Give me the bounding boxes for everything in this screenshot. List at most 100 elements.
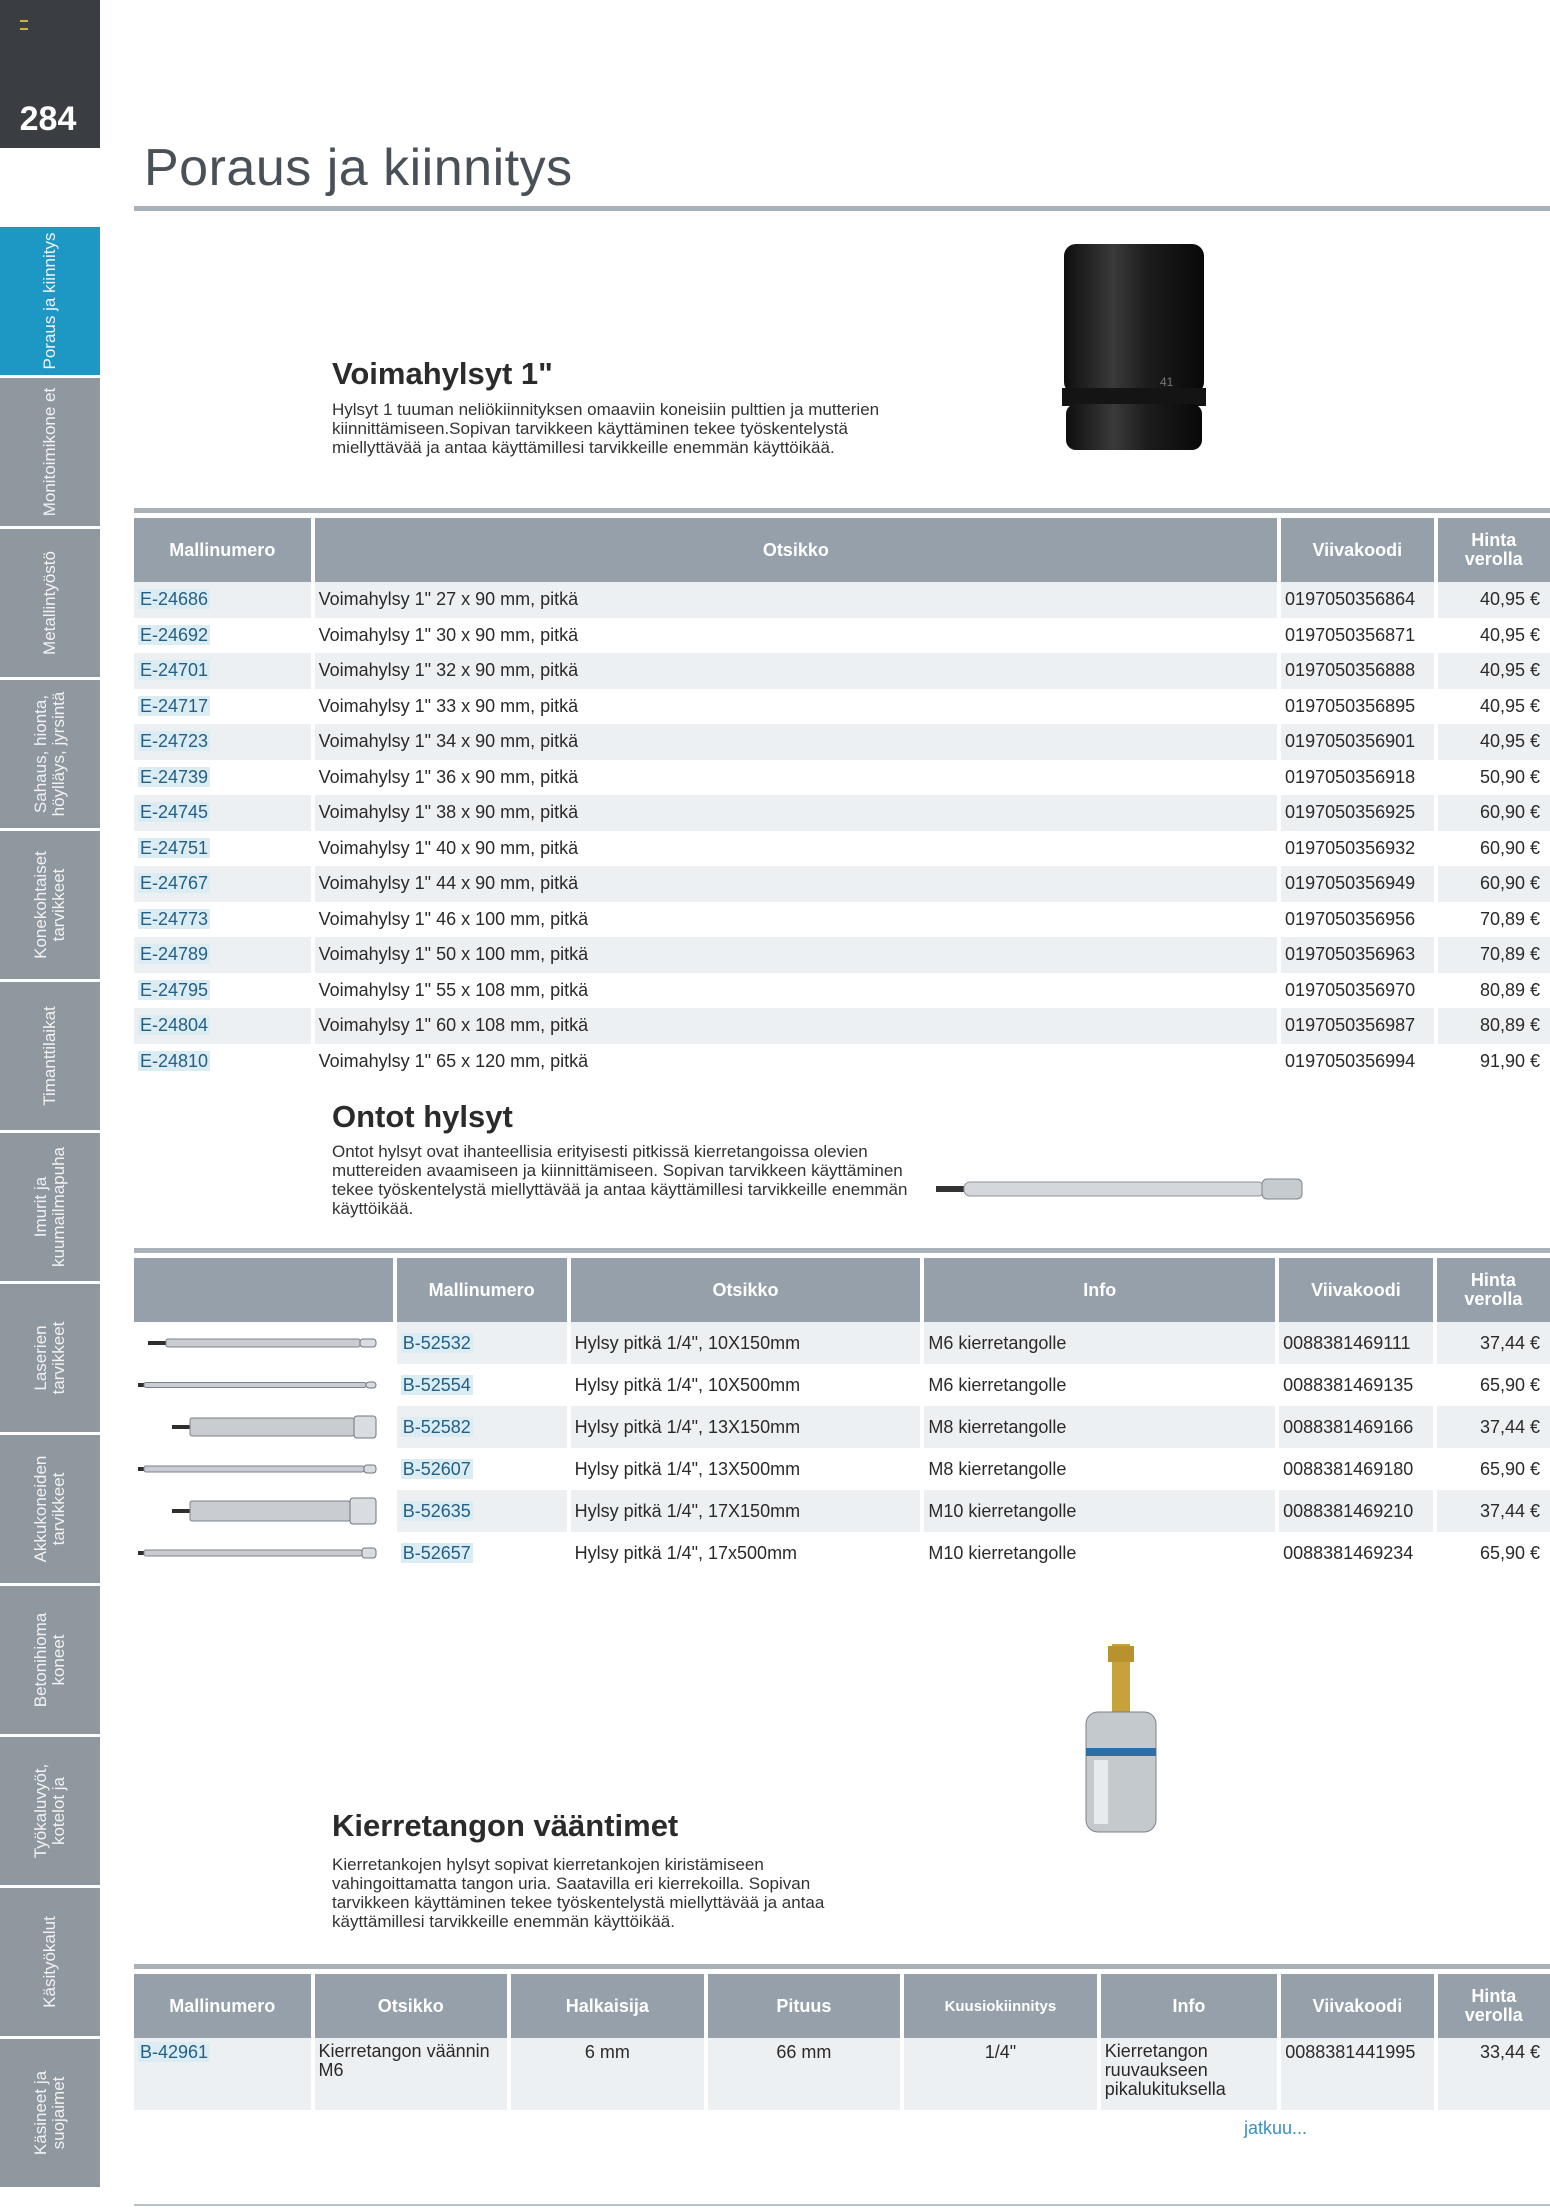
price-cell: 65,90 €: [1479, 1458, 1540, 1479]
barcode-cell: 0197050356956: [1285, 908, 1416, 929]
image-cell: [134, 1406, 393, 1448]
product-code[interactable]: B-52635: [400, 1500, 473, 1521]
side-tab-label: Betonihioma koneet: [31, 1612, 68, 1708]
product-code[interactable]: B-52532: [400, 1332, 473, 1353]
page-title: Poraus ja kiinnitys: [144, 139, 573, 197]
section-divider-2: [134, 1248, 1550, 1253]
ontot-description: Ontot hylsyt ovat ihanteellisia erityise…: [332, 1142, 908, 1218]
product-code[interactable]: E-24745: [138, 802, 211, 823]
side-tabs: Poraus ja kiinnitys Monitoimikone et Metal…: [0, 227, 100, 2190]
product-code[interactable]: E-24773: [138, 908, 211, 929]
col-model: Mallinumero: [396, 1258, 567, 1322]
barcode-cell: 0088381469111: [1279, 1322, 1433, 1364]
bottom-rule: [134, 2204, 1550, 2206]
side-tab[interactable]: Metallintyöstö: [0, 529, 100, 677]
side-tab[interactable]: Konekohtaiset tarvikkeet: [0, 831, 100, 979]
product-code[interactable]: E-24751: [138, 837, 211, 858]
product-code[interactable]: B-52582: [400, 1416, 473, 1437]
model-cell: E-24701: [134, 653, 311, 689]
image-cell: [134, 1448, 393, 1490]
price-cell: 40,95 €: [1437, 582, 1550, 618]
title-cell: Voimahylsy 1" 50 x 100 mm, pitkä: [314, 937, 1278, 973]
product-code[interactable]: B-52607: [400, 1458, 473, 1479]
title-cell: Voimahylsy 1" 60 x 108 mm, pitkä: [314, 1008, 1278, 1044]
col-image: [134, 1258, 393, 1322]
side-tab[interactable]: Käsityökalut: [0, 1888, 100, 2036]
side-tab[interactable]: Imurit ja kuumailmapuha: [0, 1133, 100, 1281]
model-cell: B-52532: [396, 1322, 567, 1364]
product-code[interactable]: E-24767: [138, 873, 211, 894]
title-cell: Voimahylsy 1" 44 x 90 mm, pitkä: [314, 866, 1278, 902]
image-cell: [134, 1532, 393, 1574]
product-code[interactable]: E-24795: [138, 979, 211, 1000]
col-diameter: Halkaisija: [511, 1974, 704, 2038]
model-cell: B-52635: [396, 1490, 567, 1532]
side-tab-label: Metallintyöstö: [40, 551, 59, 655]
continued-link[interactable]: jatkuu...: [1244, 2118, 1307, 2139]
price-cell: 80,89 €: [1479, 979, 1540, 1000]
long-socket-thumbnail: [138, 1381, 377, 1389]
barcode-cell: 0197050356963: [1281, 937, 1434, 973]
side-tab[interactable]: Betonihioma koneet: [0, 1586, 100, 1734]
ontot-table: Mallinumero Otsikko Info Viivakoodi Hint…: [130, 1258, 1550, 1574]
side-tab-label: Monitoimikone et: [40, 387, 59, 517]
title-cell: Hylsy pitkä 1/4", 17x500mm: [574, 1542, 798, 1563]
side-tab[interactable]: Käsineet ja suojaimet: [0, 2039, 100, 2187]
barcode-cell: 0197050356918: [1285, 766, 1416, 787]
table-row: E-24745 Voimahylsy 1" 38 x 90 mm, pitkä 01…: [134, 795, 1550, 831]
model-cell: E-24767: [134, 866, 311, 902]
side-tab[interactable]: Monitoimikone et: [0, 378, 100, 526]
table-row: B-52582 Hylsy pitkä 1/4", 13X150mm M8 kier…: [134, 1406, 1550, 1448]
side-tab-label: Työkaluvyöt, kotelot ja: [31, 1763, 68, 1859]
side-tab[interactable]: Sahaus, hionta, höylläys, jyrsintä: [0, 680, 100, 828]
barcode-cell: 0197050356987: [1281, 1008, 1434, 1044]
product-code[interactable]: E-24686: [138, 589, 211, 610]
table-row: E-24804 Voimahylsy 1" 60 x 108 mm, pitkä 0…: [134, 1008, 1550, 1044]
product-code[interactable]: E-24739: [138, 766, 211, 787]
price-cell: 65,90 €: [1479, 1542, 1540, 1563]
product-code[interactable]: E-24701: [138, 660, 211, 681]
long-socket-thumbnail: [172, 1415, 377, 1439]
side-tab[interactable]: Timanttilaikat: [0, 982, 100, 1130]
menu-mark-icon: [20, 20, 28, 30]
table-row: E-24692 Voimahylsy 1" 30 x 90 mm, pitkä 01…: [134, 618, 1550, 654]
col-hex: Kuusiokiinnitys: [904, 1974, 1097, 2038]
product-code[interactable]: E-24723: [138, 731, 211, 752]
col-title: Otsikko: [570, 1258, 921, 1322]
barcode-cell: 0197050356864: [1281, 582, 1434, 618]
table-row: B-42961 Kierretangon väännin M6 6 mm 66 mm 1…: [134, 2038, 1550, 2110]
product-code[interactable]: E-24692: [138, 624, 211, 645]
side-tab-label: Imurit ja kuumailmapuha: [31, 1147, 68, 1268]
title-cell: Voimahylsy 1" 46 x 100 mm, pitkä: [318, 908, 589, 929]
voimahylsyt-title: Voimahylsyt 1": [332, 356, 553, 391]
model-cell: B-52607: [397, 1448, 567, 1490]
long-socket-thumbnail: [138, 1547, 377, 1559]
side-tab-label: Poraus ja kiinnitys: [40, 232, 59, 370]
product-code[interactable]: B-52554: [400, 1374, 473, 1395]
side-tab[interactable]: Työkaluvyöt, kotelot ja: [0, 1737, 100, 1885]
side-tab-label: Käsityökalut: [40, 1916, 59, 2008]
side-tab[interactable]: Laserien tarvikkeet: [0, 1284, 100, 1432]
side-tab-label: Akkukoneiden tarvikkeet: [31, 1455, 68, 1563]
title-cell: Voimahylsy 1" 55 x 108 mm, pitkä: [318, 979, 589, 1000]
price-cell: 40,95 €: [1479, 695, 1540, 716]
image-cell: [134, 1490, 393, 1532]
product-code[interactable]: B-42961: [138, 2042, 211, 2062]
barcode-cell: 0197050356994: [1285, 1050, 1416, 1071]
section-divider: [134, 508, 1550, 513]
info-cell: M10 kierretangolle: [924, 1490, 1276, 1532]
barcode-cell: 0088381469234: [1283, 1542, 1414, 1563]
col-title: Otsikko: [314, 1974, 508, 2038]
product-code[interactable]: E-24717: [138, 695, 211, 716]
side-tab[interactable]: Akkukoneiden tarvikkeet: [0, 1435, 100, 1583]
voimahylsyt-table: Mallinumero Otsikko Viivakoodi Hinta ver…: [130, 518, 1550, 1079]
barcode-cell: 0088381441995: [1281, 2038, 1434, 2110]
table-row: E-24795 Voimahylsy 1" 55 x 108 mm, pitkä 0…: [134, 973, 1550, 1009]
product-code[interactable]: E-24789: [138, 944, 211, 965]
product-code[interactable]: E-24810: [138, 1050, 211, 1071]
product-code[interactable]: B-52657: [400, 1542, 473, 1563]
model-cell: E-24804: [134, 1008, 311, 1044]
side-tab[interactable]: Poraus ja kiinnitys: [0, 227, 100, 375]
product-code[interactable]: E-24804: [138, 1015, 211, 1036]
price-cell: 91,90 €: [1479, 1050, 1540, 1071]
